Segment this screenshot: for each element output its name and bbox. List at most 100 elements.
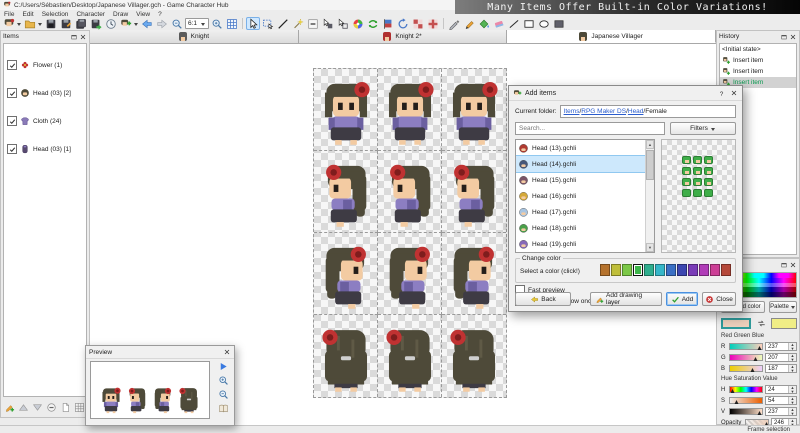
spin-arrows[interactable]: ▲▼ [788,408,796,415]
nav-back-tool-button[interactable] [140,17,154,30]
save-tool-button[interactable] [44,17,58,30]
zoom-out-tool-button[interactable] [170,17,184,30]
channel-slider[interactable] [729,354,763,361]
pixel-grid-tool-button[interactable] [225,17,239,30]
cursor-tool-button[interactable] [246,17,260,30]
history-entry[interactable]: Insert item [720,66,796,77]
channel-value-spinbox[interactable]: 237▲▼ [765,342,797,351]
spin-arrows[interactable]: ▲▼ [788,386,796,393]
color-variation-swatch[interactable] [666,264,676,276]
item-visibility-checkbox[interactable] [7,116,17,126]
color-variation-swatch[interactable] [622,264,632,276]
history-entry[interactable]: Insert item [720,55,796,66]
close-panel-icon[interactable] [788,260,797,269]
slider-marker[interactable] [757,409,761,415]
color-wheel-tool-button[interactable] [351,17,365,30]
remove-circle-icon[interactable] [46,402,57,413]
close-panel-icon[interactable] [788,32,797,41]
file-row[interactable]: Head (14).gchli [516,156,654,172]
sprite-cell-down[interactable] [442,69,506,151]
rotate-tool-button[interactable] [396,17,410,30]
channel-value-spinbox[interactable]: 54▲▼ [765,396,797,405]
spin-arrows[interactable]: ▲▼ [788,397,796,404]
add-button[interactable]: Add [666,292,698,306]
sprite-cell-up[interactable] [314,315,378,397]
search-input[interactable] [515,122,665,135]
slider-marker[interactable] [753,355,757,361]
color-variation-swatch[interactable] [633,264,643,276]
file-row[interactable]: Head (13).gchli [516,140,654,156]
slider-marker[interactable] [757,344,761,350]
sprite-cell-left[interactable] [442,151,506,233]
scroll-thumb[interactable] [646,150,654,180]
line-pick-tool-button[interactable] [276,17,290,30]
pen-tool-button[interactable] [447,17,461,30]
pencil-add-icon[interactable] [4,402,15,413]
item-visibility-checkbox[interactable] [7,144,17,154]
color-variation-swatch[interactable] [644,264,654,276]
scroll-up-icon[interactable]: ▲ [646,140,654,149]
nav-forward-tool-button[interactable] [155,17,169,30]
filled-rect-tool-button[interactable] [552,17,566,30]
scroll-down-icon[interactable]: ▼ [646,243,654,252]
channel-value-spinbox[interactable]: 207▲▼ [765,353,797,362]
file-row[interactable]: Head (17).gchli [516,204,654,220]
zoom-out-icon[interactable] [218,389,229,400]
back-button[interactable]: Back [515,292,571,306]
close-button[interactable]: Close [702,292,736,306]
slider-marker[interactable] [734,398,738,404]
color-variation-swatch[interactable] [721,264,731,276]
sprite-cell-right[interactable] [314,233,378,315]
zoom-level-combo[interactable]: 6:1 [185,18,209,29]
raise-icon[interactable] [18,402,29,413]
palette-dropdown[interactable]: Palette [769,301,797,313]
zoom-in-tool-button[interactable] [210,17,224,30]
secondary-color-swatch[interactable] [771,318,797,329]
float-panel-icon[interactable] [69,32,78,41]
breadcrumb-head[interactable]: Head [628,108,644,115]
file-row[interactable]: Head (18).gchli [516,220,654,236]
add-drawing-layer-button[interactable]: Add drawing layer [590,292,662,306]
spin-arrows[interactable]: ▲▼ [788,343,796,350]
sprite-cell-right[interactable] [378,233,442,315]
channel-value-spinbox[interactable]: 24▲▼ [765,385,797,394]
channel-value-spinbox[interactable]: 237▲▼ [765,407,797,416]
color-variation-swatch[interactable] [710,264,720,276]
channel-slider[interactable] [729,397,763,404]
color-flag-tool-button[interactable] [381,17,395,30]
chevron-down-icon[interactable] [17,23,21,28]
channel-value-spinbox[interactable]: 187▲▼ [765,364,797,373]
item-row[interactable]: Head (03) [2] [4,86,86,100]
scrollbar[interactable]: ▲ ▼ [645,140,654,252]
color-variation-swatch[interactable] [688,264,698,276]
page-icon[interactable] [60,402,71,413]
item-visibility-checkbox[interactable] [7,88,17,98]
tile-a-tool-button[interactable] [411,17,425,30]
play-icon[interactable] [218,361,229,372]
rect-tool-tool-button[interactable] [522,17,536,30]
sprite-cell-down[interactable] [314,69,378,151]
color-variation-swatch[interactable] [677,264,687,276]
help-icon[interactable]: ? [717,89,726,98]
chevron-down-icon[interactable] [134,23,138,28]
channel-slider[interactable] [729,408,763,415]
color-variation-swatch[interactable] [611,264,621,276]
file-row[interactable]: Head (16).gchli [516,188,654,204]
chevron-down-icon[interactable] [38,23,42,28]
float-panel-icon[interactable] [779,260,788,269]
tile-b-tool-button[interactable] [426,17,440,30]
add-character-tool-button[interactable] [119,17,133,30]
new-character-tool-button[interactable] [2,17,16,30]
save-all-tool-button[interactable] [74,17,88,30]
tab-japanese-villager[interactable]: Japanese Villager [507,30,716,43]
close-panel-icon[interactable] [78,32,87,41]
ellipse-tool-tool-button[interactable] [537,17,551,30]
zoom-in-icon[interactable] [218,375,229,386]
file-row[interactable]: Head (19).gchli [516,236,654,252]
open-folder-tool-button[interactable] [23,17,37,30]
rect-select-tool-button[interactable] [261,17,275,30]
sprite-cell-left[interactable] [378,151,442,233]
sprite-cell-down[interactable] [378,69,442,151]
sprite-sheet-grid[interactable] [313,68,507,398]
color-variation-swatch[interactable] [655,264,665,276]
